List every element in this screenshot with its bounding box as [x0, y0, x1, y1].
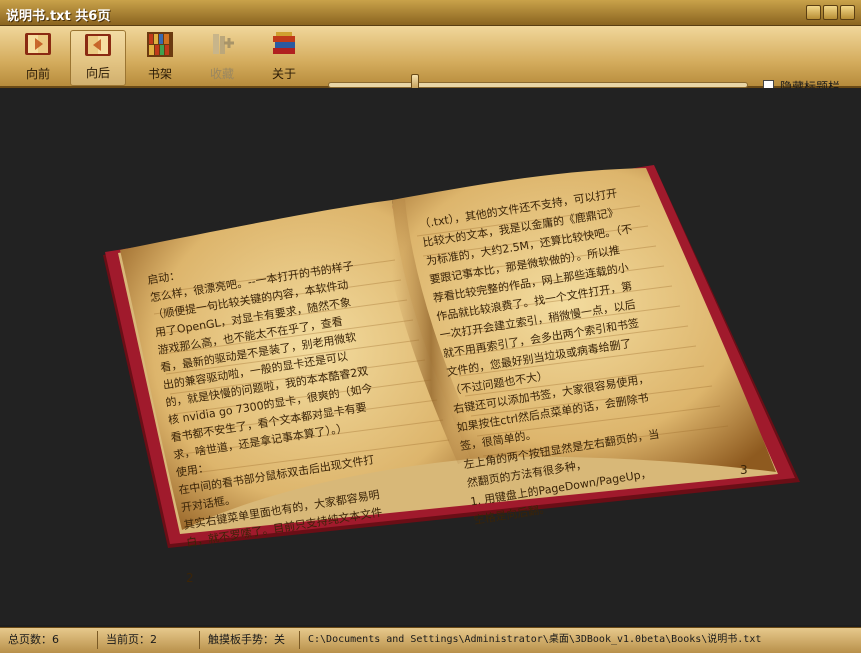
page-back-button[interactable]: 向后 — [70, 30, 126, 86]
bookshelf-button[interactable]: 书架 — [134, 30, 186, 86]
status-total-pages: 总页数：6 — [2, 631, 98, 649]
left-page-number: 2 — [186, 571, 194, 585]
page-forward-icon — [21, 30, 55, 58]
open-book: 启动：怎么样，很漂亮吧。--一本打开的书的样子（顺便提一句比较关键的内容，本软件… — [103, 165, 800, 585]
book-view[interactable]: 启动： 怎么样，很漂亮吧。--一本打开的书的样子 （顺便提一句比较关键的内容，本软件… — [0, 88, 861, 625]
about-label: 关于 — [271, 67, 296, 81]
minimize-button[interactable] — [806, 5, 821, 20]
page-back-icon — [81, 31, 115, 59]
right-page-number: 3 — [740, 463, 748, 477]
bookmark-add-label: 收藏 — [209, 67, 234, 81]
window-titlebar[interactable]: 说明书.txt 共6页 — [0, 0, 861, 26]
close-button[interactable] — [840, 5, 855, 20]
window-title: 说明书.txt 共6页 — [6, 9, 111, 24]
maximize-button[interactable] — [823, 5, 838, 20]
toolbar: 向前 向后 书架 收藏 关于 隐藏标题栏 — [0, 26, 861, 102]
status-current-page: 当前页：2 — [100, 631, 200, 649]
bookshelf-label: 书架 — [147, 67, 172, 81]
bookshelf-icon — [143, 30, 177, 58]
status-file-path: C:\Documents and Settings\Administrator\… — [308, 634, 762, 645]
page-back-label: 向后 — [85, 66, 110, 80]
about-button[interactable]: 关于 — [258, 30, 310, 86]
status-touchpad-gesture: 触摸板手势：关 — [202, 631, 300, 649]
page-forward-label: 向前 — [25, 67, 50, 81]
books-icon — [267, 30, 301, 58]
bookmark-add-icon — [205, 30, 239, 58]
page-forward-button[interactable]: 向前 — [12, 30, 64, 86]
bookmark-add-button[interactable]: 收藏 — [196, 30, 248, 86]
status-bar: 总页数：6 当前页：2 触摸板手势：关 C:\Documents and Set… — [0, 627, 861, 653]
